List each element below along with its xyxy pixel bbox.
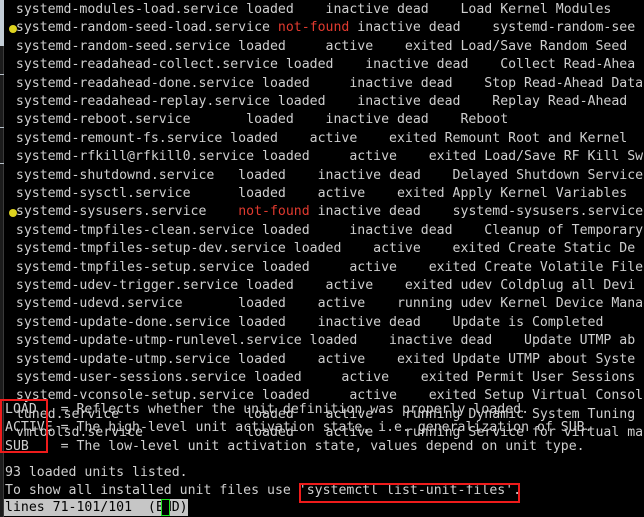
unit-line: systemd-shutdownd.service loaded inactiv… [0,167,644,183]
terminal-cursor [161,499,170,516]
unit-line: systemd-update-done.service loaded inact… [0,314,604,330]
unit-line: systemd-random-seed-load.service not-fou… [0,19,644,37]
legend-key: SUB [5,438,61,454]
hint-command-text: 'systemctl list-unit-files' [298,483,514,498]
unit-line: systemd-tmpfiles-clean.service loaded in… [0,222,644,238]
unit-name-text: systemd-random-seed-load.service [0,20,278,36]
loaded-units-count: 93 loaded units listed. [5,465,188,480]
unit-line: systemd-user-sessions.service loaded act… [0,370,636,385]
unit-line: systemd-readahead-collect.service loaded… [0,57,636,73]
unit-line: systemd-reboot.service loaded inactive d… [0,112,509,128]
list-unit-files-hint: To show all installed unit files use 'sy… [5,482,521,500]
unit-load-state-not-found: not-found [238,204,310,220]
hint-prefix-text: To show all installed unit files use [5,483,299,498]
unit-line: systemd-update-utmp.service loaded activ… [0,351,636,367]
unit-line: systemd-remount-fs.service loaded active… [0,130,628,146]
unit-line: systemd-tmpfiles-setup.service loaded ac… [0,259,644,275]
unit-line: systemd-udevd.service loaded active runn… [0,296,644,312]
unit-line: systemd-update-utmp-runlevel.service loa… [0,333,636,349]
legend-key: ACTIVE [5,420,61,436]
hint-suffix-text: . [513,483,522,498]
legend-key: LOAD [5,402,61,417]
unit-line: systemd-readahead-replay.service loaded … [0,94,628,109]
legend-row: LOAD = Reflects whether the unit definit… [5,401,644,419]
unit-line: systemd-udev-trigger.service loaded acti… [0,278,636,293]
unit-line: systemd-modules-load.service loaded inac… [0,2,612,17]
unit-line: systemd-readahead-done.service loaded in… [0,75,644,91]
unit-line: systemd-rfkill@rfkill0.service loaded ac… [0,149,644,165]
terminal-window: systemd-modules-load.service loaded inac… [0,0,644,517]
unit-line: systemd-tmpfiles-setup-dev.service loade… [0,241,636,257]
legend-row: ACTIVE = The high-level unit activation … [5,419,644,437]
terminal-output: systemd-modules-load.service loaded inac… [0,0,644,517]
legend-description: = The low-level unit activation state, v… [60,438,585,454]
legend-row: SUB = The low-level unit activation stat… [5,438,644,456]
unit-name-text: systemd-sysusers.service [0,204,239,220]
unit-state-text: inactive dead systemd-random-see [349,20,636,36]
unit-line: systemd-sysctl.service loaded active exi… [0,186,628,201]
unit-line: systemd-random-seed.service loaded activ… [0,38,628,54]
legend-description: = Reflects whether the unit definition w… [60,402,530,417]
legend-description: = The high-level unit activation state, … [60,420,593,436]
unit-load-state-not-found: not-found [277,20,350,36]
unit-line: systemd-sysusers.service not-found inact… [0,203,644,221]
unit-state-text: inactive dead systemd-sysusers.service [309,204,644,220]
